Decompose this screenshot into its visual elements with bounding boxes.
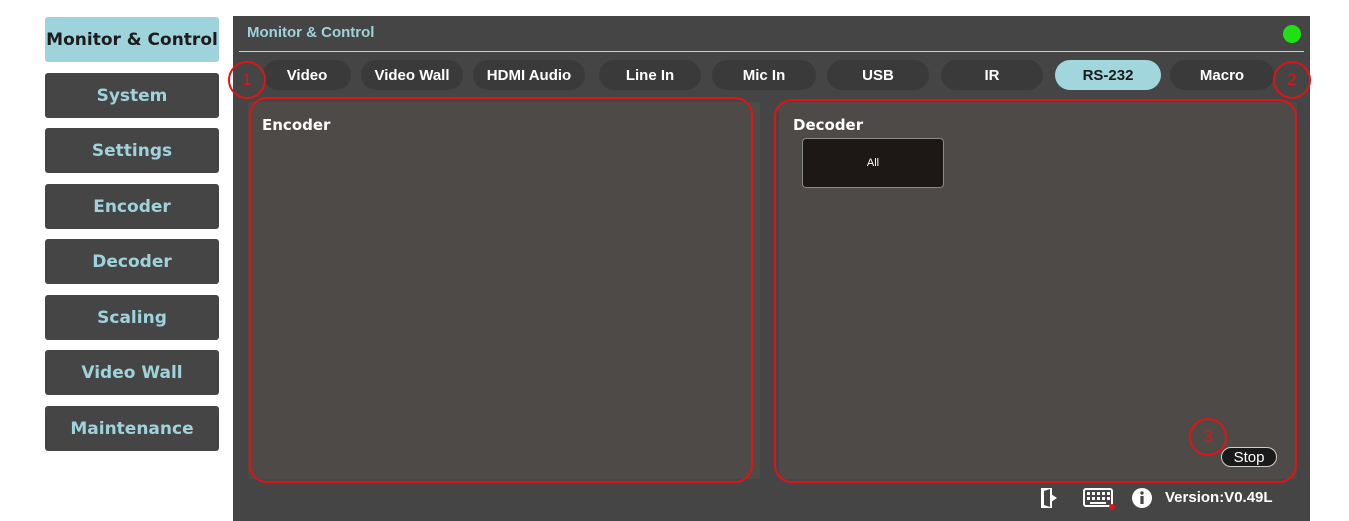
page-title: Monitor & Control: [247, 24, 375, 41]
status-indicator-icon: [1283, 25, 1301, 43]
annotation-marker-3: 3: [1189, 418, 1227, 456]
tab-line-in[interactable]: Line In: [599, 60, 701, 90]
sidebar-item-monitor-control[interactable]: Monitor & Control: [45, 17, 219, 62]
info-icon[interactable]: [1131, 487, 1153, 514]
annotation-marker-1: 1: [228, 61, 266, 99]
logout-icon[interactable]: [1040, 487, 1058, 514]
sidebar-item-encoder[interactable]: Encoder: [45, 184, 219, 229]
title-divider: [239, 51, 1304, 52]
tab-video[interactable]: Video: [263, 60, 351, 90]
sidebar-item-maintenance[interactable]: Maintenance: [45, 406, 219, 451]
tab-ir[interactable]: IR: [941, 60, 1043, 90]
tab-macro[interactable]: Macro: [1170, 60, 1274, 90]
sidebar-item-settings[interactable]: Settings: [45, 128, 219, 173]
tab-usb[interactable]: USB: [827, 60, 929, 90]
sidebar-item-decoder[interactable]: Decoder: [45, 239, 219, 284]
keyboard-icon[interactable]: [1083, 487, 1117, 516]
annotation-marker-2: 2: [1273, 61, 1311, 99]
sidebar-item-video-wall[interactable]: Video Wall: [45, 350, 219, 395]
tab-mic-in[interactable]: Mic In: [712, 60, 816, 90]
version-label: Version:V0.49L: [1165, 489, 1273, 506]
tab-rs-232[interactable]: RS-232: [1055, 60, 1161, 90]
tab-video-wall[interactable]: Video Wall: [361, 60, 463, 90]
sidebar-item-system[interactable]: System: [45, 73, 219, 118]
annotation-encoder-outline: [249, 97, 753, 483]
tab-hdmi-audio[interactable]: HDMI Audio: [473, 60, 585, 90]
sidebar-item-scaling[interactable]: Scaling: [45, 295, 219, 340]
